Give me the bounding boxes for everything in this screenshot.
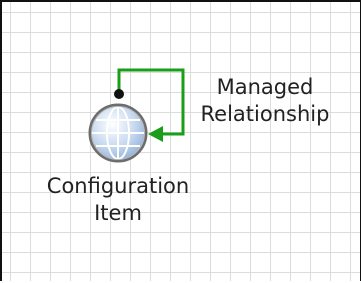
edge-source-dot (114, 89, 124, 99)
edge-label: Managed Relationship (200, 75, 330, 126)
globe-icon[interactable] (88, 103, 148, 163)
node-label: Configuration Item (46, 174, 190, 225)
diagram-svg (88, 68, 185, 163)
arrowhead-icon (148, 126, 163, 142)
diagram-canvas: Managed Relationship Configuration Item (0, 0, 361, 281)
